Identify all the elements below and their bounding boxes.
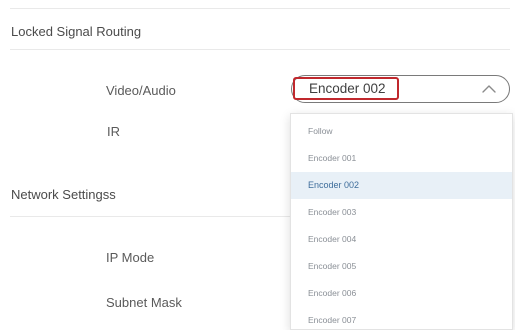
chevron-up-icon [482, 85, 496, 93]
ip-mode-label: IP Mode [106, 250, 155, 265]
dropdown-option-encoder-002[interactable]: Encoder 002 [291, 172, 512, 199]
dropdown-option-encoder-006[interactable]: Encoder 006 [291, 280, 512, 307]
ir-label: IR [107, 124, 120, 139]
dropdown-option-encoder-007[interactable]: Encoder 007 [291, 307, 512, 329]
video-audio-label: Video/Audio [106, 83, 176, 98]
section-divider-network [10, 216, 290, 217]
subnet-mask-label: Subnet Mask [106, 295, 182, 310]
section-divider [10, 49, 510, 50]
dropdown-option-encoder-004[interactable]: Encoder 004 [291, 226, 512, 253]
top-divider [10, 8, 510, 9]
video-audio-select[interactable]: Encoder 002 [291, 75, 510, 103]
dropdown-option-encoder-001[interactable]: Encoder 001 [291, 145, 512, 172]
dropdown-option-follow[interactable]: Follow [291, 118, 512, 145]
selected-value: Encoder 002 [293, 77, 399, 100]
dropdown-option-encoder-003[interactable]: Encoder 003 [291, 199, 512, 226]
encoder-dropdown-list[interactable]: Follow Encoder 001 Encoder 002 Encoder 0… [290, 113, 513, 330]
dropdown-option-encoder-005[interactable]: Encoder 005 [291, 253, 512, 280]
section-title-network-settings: Network Settingss [11, 187, 116, 202]
section-title-locked-signal-routing: Locked Signal Routing [11, 24, 142, 39]
